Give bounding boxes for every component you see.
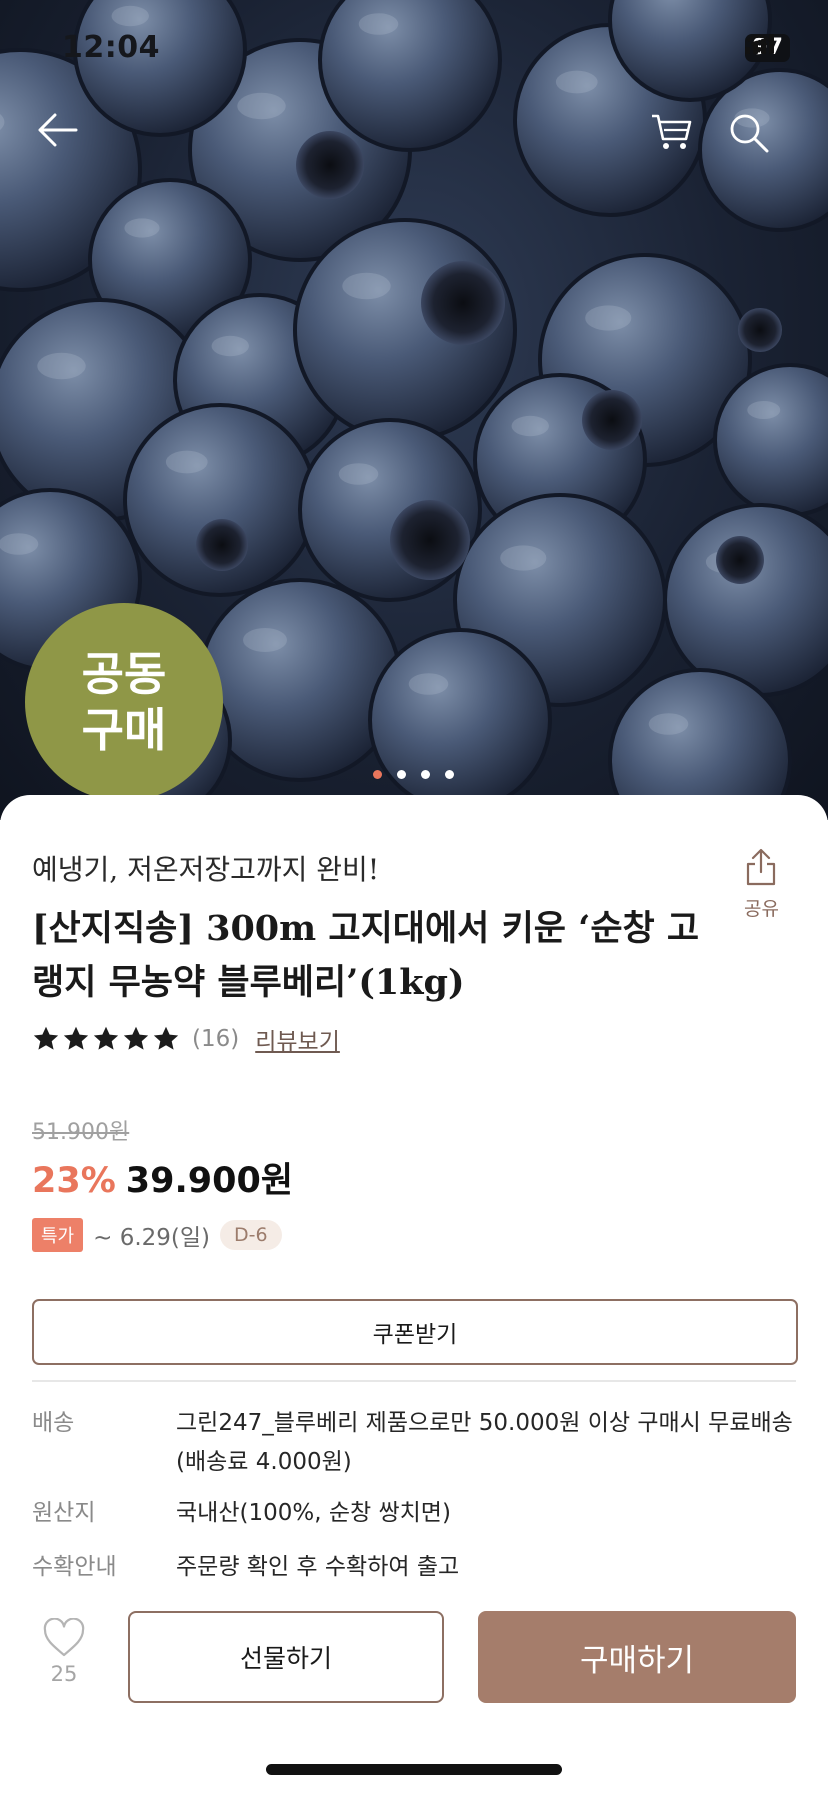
review-count: (16) bbox=[192, 1026, 240, 1052]
status-time: 12:04 bbox=[62, 30, 160, 65]
like-button[interactable]: 25 bbox=[36, 1618, 92, 1686]
cart-button[interactable] bbox=[650, 112, 706, 168]
wifi-icon bbox=[746, 34, 772, 53]
rating-row: (16) 리뷰보기 bbox=[32, 1022, 340, 1056]
cart-icon bbox=[652, 114, 692, 149]
info-value: 그린247_블루베리 제품으로만 50.000원 이상 구매시 무료배송 (배송… bbox=[176, 1410, 793, 1475]
info-label: 배송 bbox=[32, 1410, 75, 1436]
carousel-dot[interactable] bbox=[373, 770, 382, 779]
status-icons: 97 bbox=[745, 34, 790, 62]
promo-dday-badge: D-6 bbox=[220, 1220, 282, 1250]
arrow-left-icon bbox=[38, 113, 78, 147]
product-subtitle: 예냉기, 저온저장고까지 완비! bbox=[32, 853, 380, 886]
carousel-dot[interactable] bbox=[421, 770, 430, 779]
share-button[interactable]: 공유 bbox=[744, 848, 779, 921]
info-label: 원산지 bbox=[32, 1500, 96, 1526]
home-indicator bbox=[266, 1764, 562, 1775]
price-row: 23% 39.900원 bbox=[32, 1152, 293, 1203]
group-buy-badge-line1: 공동 bbox=[81, 647, 167, 701]
carousel-indicator[interactable] bbox=[373, 770, 454, 779]
back-button[interactable] bbox=[36, 112, 92, 168]
buy-button[interactable]: 구매하기 bbox=[478, 1611, 796, 1703]
like-count: 25 bbox=[50, 1662, 78, 1686]
star-icon bbox=[33, 1026, 59, 1050]
share-icon bbox=[747, 848, 776, 886]
group-buy-badge-line2: 구매 bbox=[81, 703, 167, 757]
promo-row: 특가 ~ 6.29(일) D-6 bbox=[32, 1218, 282, 1252]
discount-rate: 23% bbox=[32, 1161, 116, 1201]
gift-button[interactable]: 선물하기 bbox=[128, 1611, 444, 1703]
info-row-harvest: 수확안내 주문량 확인 후 수확하여 출고 bbox=[32, 1548, 796, 1587]
search-icon bbox=[730, 114, 769, 153]
share-label: 공유 bbox=[744, 898, 779, 920]
product-title: [산지직송] 300m 고지대에서 키운 ‘순창 고랭지 무농약 블루베리’(1… bbox=[32, 908, 700, 1003]
star-icon bbox=[153, 1026, 179, 1050]
product-image[interactable]: 12:04 97 공동 구매 bbox=[0, 0, 828, 820]
info-row-origin: 원산지 국내산(100%, 순창 쌍치면) bbox=[32, 1494, 796, 1533]
info-row-shipping: 배송 그린247_블루베리 제품으로만 50.000원 이상 구매시 무료배송 … bbox=[32, 1404, 796, 1482]
carousel-dot[interactable] bbox=[397, 770, 406, 779]
coupon-button[interactable]: 쿠폰받기 bbox=[32, 1299, 798, 1365]
carousel-dot[interactable] bbox=[445, 770, 454, 779]
info-value: 국내산(100%, 순창 쌍치면) bbox=[176, 1500, 451, 1526]
original-price: 51.900원 bbox=[32, 1120, 130, 1145]
review-link[interactable]: 리뷰보기 bbox=[255, 1022, 340, 1056]
heart-icon bbox=[43, 1618, 85, 1657]
star-rating bbox=[32, 1025, 180, 1053]
info-label: 수확안내 bbox=[32, 1554, 117, 1580]
sale-price: 39.900원 bbox=[125, 1161, 294, 1201]
search-button[interactable] bbox=[728, 112, 784, 168]
promo-period: ~ 6.29(일) bbox=[93, 1225, 211, 1251]
star-icon bbox=[63, 1026, 89, 1050]
info-value: 주문량 확인 후 수확하여 출고 bbox=[176, 1554, 460, 1580]
star-icon bbox=[123, 1026, 149, 1050]
divider bbox=[32, 1380, 796, 1382]
promo-tag: 특가 bbox=[32, 1218, 84, 1252]
group-buy-badge: 공동 구매 bbox=[25, 603, 223, 801]
star-icon bbox=[93, 1026, 119, 1050]
